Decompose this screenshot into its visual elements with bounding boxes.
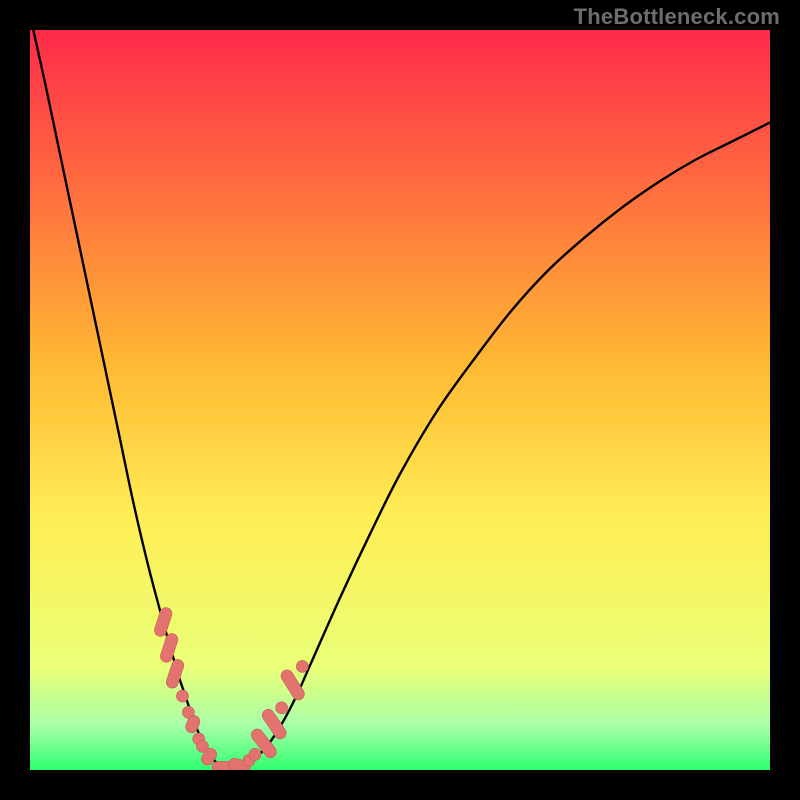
watermark-text: TheBottleneck.com: [574, 4, 780, 30]
chart-frame: TheBottleneck.com: [0, 0, 800, 800]
curve-marker: [276, 702, 288, 714]
curve-marker: [249, 748, 261, 760]
chart-svg: [30, 30, 770, 770]
gradient-bg: [30, 30, 770, 770]
plot-area: [30, 30, 770, 770]
curve-marker: [176, 690, 188, 702]
curve-marker: [296, 660, 308, 672]
